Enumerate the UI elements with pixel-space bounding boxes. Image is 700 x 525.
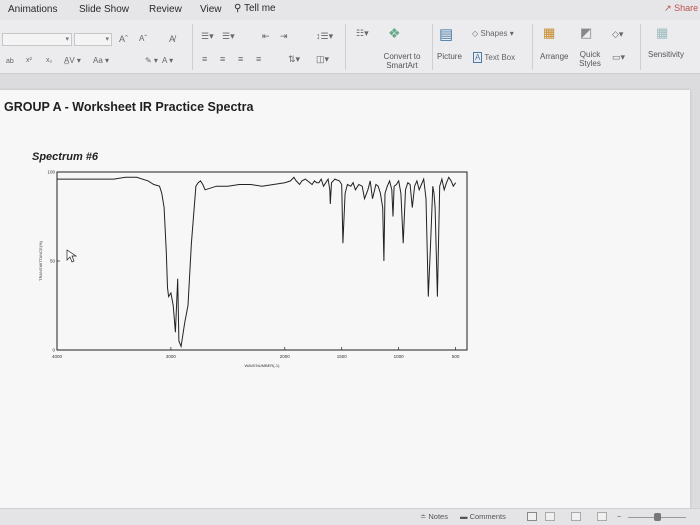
- chart-title: Spectrum #6: [32, 151, 99, 163]
- text-direction-icon[interactable]: ⇅▾: [288, 54, 300, 65]
- picture-button[interactable]: Picture: [437, 52, 462, 61]
- ribbon-toolbar: ▾ ▾ Aˆ Aˇ A̸ ab x² x₂ A̲V ▾ Aa ▾ ✎ ▾ A ▾…: [0, 20, 700, 74]
- subscript-icon[interactable]: x₂: [46, 57, 52, 64]
- clear-formatting-icon[interactable]: A̸: [169, 34, 175, 44]
- share-button[interactable]: ↗ Share: [664, 3, 698, 14]
- sensitivity-icon[interactable]: ▦: [656, 25, 668, 41]
- ribbon-tab-bar: Animations Slide Show Review View ⚲ Tell…: [0, 0, 700, 20]
- align-right-icon[interactable]: ≡: [238, 54, 243, 64]
- share-label: Share: [674, 3, 699, 13]
- quick-styles-label-1: Quick: [579, 50, 601, 59]
- align-left-icon[interactable]: ≡: [202, 54, 207, 64]
- y-axis-label: TRANSMITTANCE(%): [38, 240, 43, 281]
- shapes-label: Shapes: [480, 29, 508, 38]
- superscript-icon[interactable]: x²: [26, 57, 32, 64]
- quick-styles-button[interactable]: Quick Styles: [572, 50, 608, 68]
- quick-styles-icon[interactable]: ◩: [580, 25, 592, 41]
- comments-button[interactable]: ▬ Comments: [460, 512, 506, 521]
- y-tick-label: 0: [52, 348, 55, 353]
- ribbon-separator: [640, 24, 641, 70]
- x-tick-label: 1000: [394, 354, 405, 359]
- tab-view[interactable]: View: [200, 4, 222, 15]
- y-tick-label: 50: [50, 259, 56, 264]
- x-tick-label: 500: [452, 354, 460, 359]
- spectrum-chart-svg: Spectrum #6 4000 3000 2000 1500 1000 500 0 50 10…: [32, 151, 468, 368]
- convert-to-smartart-button[interactable]: Convert to SmartArt: [378, 52, 426, 70]
- x-tick-label: 4000: [52, 354, 63, 359]
- tab-slide-show[interactable]: Slide Show: [79, 4, 129, 15]
- ribbon-separator: [192, 24, 193, 70]
- normal-view-icon[interactable]: [527, 512, 537, 521]
- text-box-button[interactable]: A Text Box: [473, 52, 516, 63]
- zoom-slider-knob[interactable]: [654, 513, 661, 521]
- x-tick-label: 2000: [280, 354, 291, 359]
- character-spacing-icon[interactable]: A̲V ▾: [64, 56, 81, 65]
- shape-fill-icon[interactable]: ◇▾: [612, 29, 623, 40]
- justify-icon[interactable]: ≡: [256, 54, 261, 64]
- status-bar: ≐ Notes ▬ Comments −: [0, 508, 700, 525]
- x-tick-label: 3000: [166, 354, 177, 359]
- shapes-button[interactable]: ◇ Shapes ▾: [472, 29, 514, 38]
- sensitivity-button[interactable]: Sensitivity: [648, 50, 684, 59]
- shapes-icon: ◇: [472, 29, 479, 38]
- align-text-icon[interactable]: ☷▾: [356, 28, 369, 39]
- y-tick-label: 100: [47, 170, 55, 175]
- axis-ticks: 4000 3000 2000 1500 1000 500 0 50 100: [47, 170, 459, 360]
- strikethrough-icon[interactable]: ab: [6, 58, 14, 65]
- spectrum-series-line: [57, 176, 457, 349]
- smartart-icon[interactable]: ❖: [388, 25, 401, 42]
- ribbon-separator: [345, 24, 346, 70]
- lightbulb-icon: ⚲: [234, 3, 242, 14]
- change-case-button[interactable]: Aa ▾: [93, 56, 109, 65]
- text-box-label: Text Box: [484, 53, 516, 62]
- text-box-icon: A: [473, 52, 483, 63]
- ribbon-separator: [532, 24, 533, 70]
- tell-me-search[interactable]: ⚲ Tell me: [234, 3, 276, 14]
- align-center-icon[interactable]: ≡: [220, 54, 225, 64]
- tab-animations[interactable]: Animations: [8, 4, 57, 15]
- zoom-out-icon[interactable]: −: [617, 512, 621, 521]
- notes-button[interactable]: ≐ Notes: [420, 512, 448, 521]
- bullets-icon[interactable]: ☰▾: [201, 31, 214, 42]
- share-icon: ↗: [664, 3, 672, 13]
- x-axis-label: WAVENUMBER(-1): [245, 363, 281, 368]
- decrease-indent-icon[interactable]: ⇤: [262, 31, 270, 42]
- columns-icon[interactable]: ◫▾: [316, 54, 329, 65]
- change-case-label: Aa: [93, 56, 103, 65]
- arrange-icon[interactable]: ▦: [543, 25, 555, 41]
- quick-styles-label-2: Styles: [579, 59, 601, 68]
- font-size-combo[interactable]: ▾: [74, 33, 112, 46]
- slide-title[interactable]: GROUP A - Worksheet IR Practice Spectra: [4, 100, 253, 114]
- slide-sorter-icon[interactable]: [545, 512, 555, 521]
- ribbon-separator: [432, 24, 433, 70]
- picture-icon[interactable]: ▤: [439, 25, 453, 43]
- mouse-cursor-icon: [66, 249, 78, 263]
- increase-font-size-button[interactable]: Aˆ: [119, 34, 128, 44]
- increase-indent-icon[interactable]: ⇥: [280, 31, 288, 42]
- line-spacing-icon[interactable]: ↕☰▾: [316, 31, 333, 42]
- convert-smartart-label-1: Convert to: [383, 52, 421, 61]
- tab-review[interactable]: Review: [149, 4, 182, 15]
- font-color-icon[interactable]: A ▾: [162, 56, 173, 65]
- reading-view-icon[interactable]: [571, 512, 581, 521]
- convert-smartart-label-2: SmartArt: [386, 61, 418, 70]
- slide-show-icon[interactable]: [597, 512, 607, 521]
- slide[interactable]: GROUP A - Worksheet IR Practice Spectra …: [0, 90, 690, 508]
- font-name-combo[interactable]: ▾: [2, 33, 72, 46]
- arrange-button[interactable]: Arrange: [540, 52, 568, 61]
- tell-me-label: Tell me: [243, 3, 276, 14]
- decrease-font-size-button[interactable]: Aˇ: [139, 34, 147, 43]
- numbering-icon[interactable]: ☰▾: [222, 31, 235, 42]
- spectrum-chart[interactable]: Spectrum #6 4000 3000 2000 1500 1000 500 0 50 10…: [30, 148, 478, 378]
- highlight-color-icon[interactable]: ✎ ▾: [145, 56, 158, 65]
- x-tick-label: 1500: [337, 354, 348, 359]
- shape-outline-icon[interactable]: ▭▾: [612, 52, 625, 63]
